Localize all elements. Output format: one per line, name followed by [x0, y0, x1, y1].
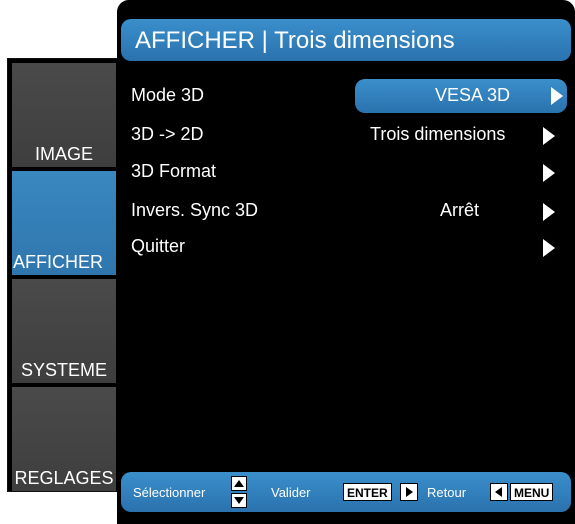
- back-hint: Retour: [427, 485, 467, 500]
- enter-key: ENTER: [343, 483, 392, 501]
- tab-reglages-label: REGLAGES: [14, 468, 114, 488]
- tab-image[interactable]: IMAGE: [12, 63, 116, 167]
- menu-key: MENU: [510, 483, 554, 501]
- chevron-right-icon[interactable]: [543, 239, 555, 257]
- menu-item-label: Quitter: [131, 236, 186, 256]
- help-bar: Sélectionner Valider ENTER Retour MENU: [121, 472, 571, 512]
- chevron-right-icon[interactable]: [543, 203, 555, 221]
- menu-panel: AFFICHER | Trois dimensions Mode 3D VESA…: [117, 0, 575, 524]
- sidebar: IMAGE AFFICHER SYSTEME REGLAGES: [7, 58, 119, 492]
- right-arrow-key-icon: [400, 483, 418, 501]
- tab-afficher-label: AFFICHER: [13, 252, 103, 272]
- menu-item-invers-sync-3d[interactable]: Invers. Sync 3D Arrêt: [131, 195, 555, 227]
- left-arrow-key-icon: [490, 483, 508, 501]
- menu-item-value: Arrêt: [440, 200, 480, 220]
- chevron-right-icon[interactable]: [551, 87, 563, 105]
- menu-item-label: 3D Format: [131, 161, 217, 181]
- menu-item-3d-format[interactable]: 3D Format: [131, 156, 555, 188]
- tab-systeme-label: SYSTEME: [20, 360, 108, 380]
- menu-item-label: 3D -> 2D: [131, 124, 204, 144]
- menu-item-label: Mode 3D: [131, 85, 205, 105]
- menu-item-3d-to-2d[interactable]: 3D -> 2D Trois dimensions: [131, 119, 555, 151]
- tab-afficher[interactable]: AFFICHER: [12, 171, 116, 275]
- menu-item-label: Invers. Sync 3D: [131, 200, 259, 220]
- up-down-keys-icon: [231, 476, 249, 510]
- tab-reglages[interactable]: REGLAGES: [12, 387, 116, 491]
- menu-item-quitter[interactable]: Quitter: [131, 231, 555, 263]
- up-arrow-icon: [231, 476, 247, 491]
- menu-item-value: Trois dimensions: [370, 124, 506, 144]
- tab-systeme[interactable]: SYSTEME: [12, 279, 116, 383]
- selected-value-highlight[interactable]: VESA 3D: [355, 79, 567, 113]
- menu-item-mode-3d[interactable]: Mode 3D VESA 3D: [131, 79, 567, 113]
- menu-item-value: VESA 3D: [435, 85, 511, 105]
- select-hint: Sélectionner: [133, 485, 206, 500]
- chevron-right-icon[interactable]: [543, 127, 555, 145]
- page-title: AFFICHER | Trois dimensions: [121, 19, 571, 61]
- tab-image-label: IMAGE: [34, 144, 93, 164]
- down-arrow-icon: [231, 493, 247, 508]
- chevron-right-icon[interactable]: [543, 164, 555, 182]
- validate-hint: Valider: [271, 485, 311, 500]
